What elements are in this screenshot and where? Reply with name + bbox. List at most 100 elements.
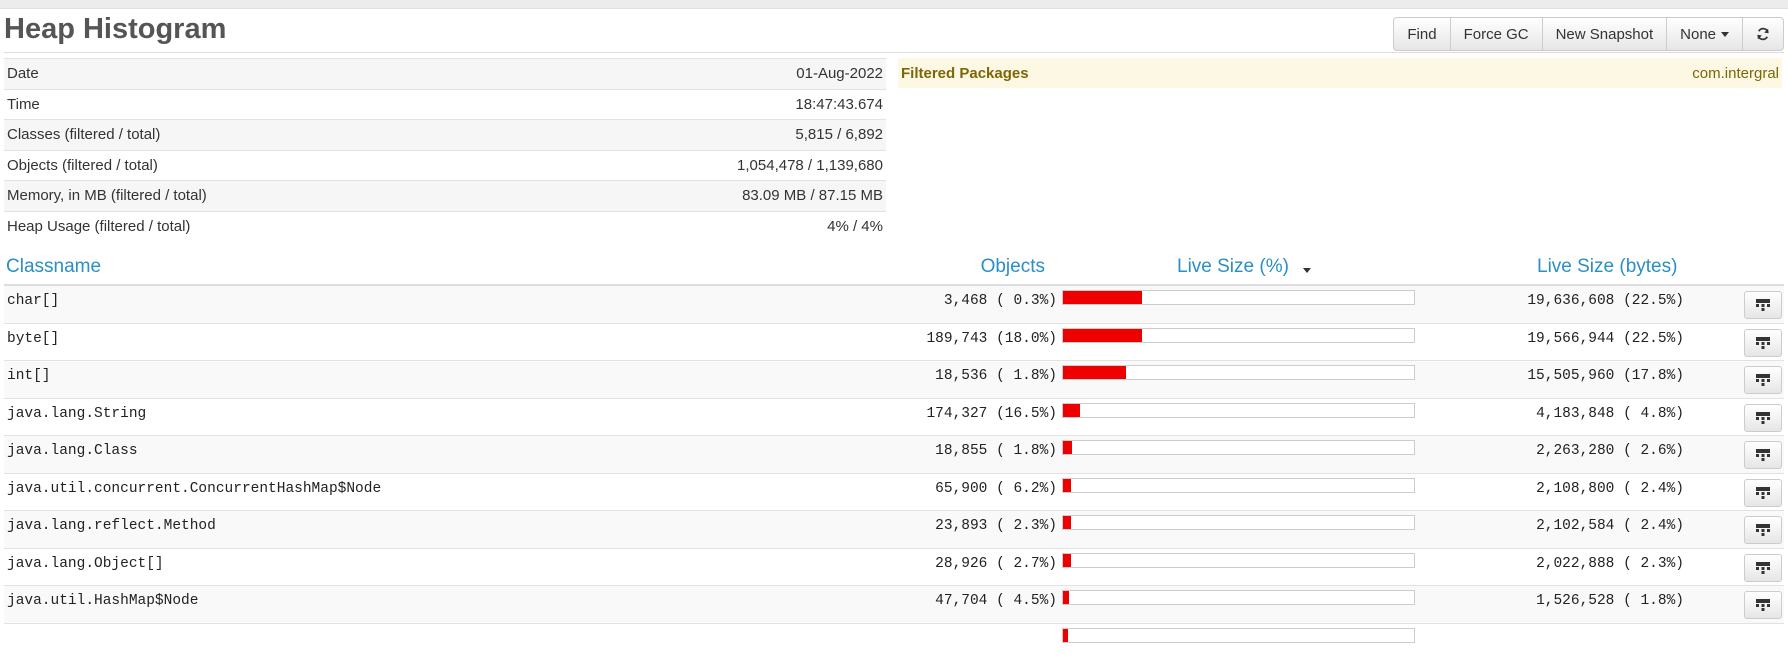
filter-dropdown-label: None	[1680, 26, 1716, 43]
live-size-bytes: 2,108,800 ( 2.4%)	[1536, 481, 1684, 497]
caret-down-icon	[1721, 32, 1729, 37]
live-size-bar-fill	[1063, 629, 1068, 642]
live-size-bar-fill	[1063, 479, 1071, 492]
find-button[interactable]: Find	[1393, 17, 1450, 51]
object-count: 23,893 ( 2.3%)	[935, 518, 1057, 534]
object-count: 47,704 ( 4.5%)	[935, 593, 1057, 609]
show-references-button[interactable]	[1744, 441, 1782, 469]
class-name[interactable]: char[]	[7, 293, 59, 309]
live-size-bytes: 19,636,608 (22.5%)	[1527, 293, 1684, 309]
summary-value: 4% / 4%	[511, 211, 886, 241]
summary-row: Memory, in MB (filtered / total)83.09 MB…	[4, 181, 886, 212]
object-count: 174,327 (16.5%)	[926, 406, 1057, 422]
refresh-button[interactable]	[1742, 17, 1784, 51]
histogram-rows: char[] 3,468 ( 0.3%) 19,636,608 (22.5%) byt…	[4, 286, 1784, 660]
class-name[interactable]: byte[]	[7, 331, 59, 347]
filtered-packages-value: com.intergral	[1692, 65, 1779, 82]
class-name[interactable]: java.lang.String	[7, 406, 146, 422]
live-size-bytes: 4,183,848 ( 4.8%)	[1536, 406, 1684, 422]
summary-label: Classes (filtered / total)	[4, 120, 511, 151]
filtered-packages-panel: Filtered Packages com.intergral	[898, 58, 1782, 88]
summary-value: 01-Aug-2022	[511, 59, 886, 90]
summary-row: Objects (filtered / total)1,054,478 / 1,…	[4, 150, 886, 181]
top-strip	[0, 0, 1788, 9]
show-references-button[interactable]	[1744, 366, 1782, 394]
live-size-bytes: 2,022,888 ( 2.3%)	[1536, 556, 1684, 572]
hierarchy-icon	[1756, 412, 1770, 424]
col-header-objects[interactable]: Objects	[981, 256, 1045, 278]
live-size-bar	[1062, 440, 1415, 455]
live-size-bar-fill	[1063, 441, 1072, 454]
live-size-bar-fill	[1063, 404, 1080, 417]
class-name[interactable]: java.lang.reflect.Method	[7, 518, 216, 534]
summary-label: Date	[4, 59, 511, 90]
live-size-bytes: 2,102,584 ( 2.4%)	[1536, 518, 1684, 534]
live-size-bar-fill	[1063, 591, 1069, 604]
object-count: 18,536 ( 1.8%)	[935, 368, 1057, 384]
summary-row: Classes (filtered / total)5,815 / 6,892	[4, 120, 886, 151]
class-name[interactable]: java.lang.Class	[7, 443, 138, 459]
table-row: java.util.HashMap$Node 47,704 ( 4.5%) 1,52…	[4, 586, 1784, 624]
filter-dropdown[interactable]: None	[1666, 17, 1743, 51]
class-name[interactable]: java.util.concurrent.ConcurrentHashMap$N…	[7, 481, 381, 497]
col-header-live-size-bytes[interactable]: Live Size (bytes)	[1537, 256, 1677, 278]
live-size-bar	[1062, 328, 1415, 343]
show-references-button[interactable]	[1744, 516, 1782, 544]
summary-table: Date01-Aug-2022 Time18:47:43.674 Classes…	[4, 58, 886, 241]
class-name[interactable]: int[]	[7, 368, 51, 384]
live-size-bar	[1062, 515, 1415, 530]
table-row: java.lang.Object[] 28,926 ( 2.7%) 2,022,88…	[4, 549, 1784, 587]
col-header-live-size-pct[interactable]: Live Size (%)	[1177, 256, 1289, 278]
summary-label: Heap Usage (filtered / total)	[4, 211, 511, 241]
live-size-bar	[1062, 290, 1415, 305]
show-references-button[interactable]	[1744, 554, 1782, 582]
show-references-button[interactable]	[1744, 479, 1782, 507]
show-references-button[interactable]	[1744, 291, 1782, 319]
table-row	[4, 624, 1784, 660]
summary-row: Heap Usage (filtered / total)4% / 4%	[4, 211, 886, 241]
summary-row: Time18:47:43.674	[4, 89, 886, 120]
live-size-bar	[1062, 590, 1415, 605]
live-size-bar-fill	[1063, 291, 1142, 304]
summary-label: Memory, in MB (filtered / total)	[4, 181, 511, 212]
table-row: char[] 3,468 ( 0.3%) 19,636,608 (22.5%)	[4, 286, 1784, 324]
new-snapshot-button[interactable]: New Snapshot	[1542, 17, 1668, 51]
sort-desc-icon	[1303, 268, 1311, 273]
col-header-classname[interactable]: Classname	[6, 256, 101, 278]
title-divider	[4, 52, 1784, 53]
hierarchy-icon	[1756, 449, 1770, 461]
hierarchy-icon	[1756, 299, 1770, 311]
summary-value: 1,054,478 / 1,139,680	[511, 150, 886, 181]
class-name[interactable]: java.util.HashMap$Node	[7, 593, 198, 609]
toolbar: Find Force GC New Snapshot None	[1394, 17, 1784, 51]
live-size-bytes: 2,263,280 ( 2.6%)	[1536, 443, 1684, 459]
page-title: Heap Histogram	[4, 13, 226, 46]
class-name[interactable]: java.lang.Object[]	[7, 556, 164, 572]
hierarchy-icon	[1756, 599, 1770, 611]
show-references-button[interactable]	[1744, 329, 1782, 357]
summary-value: 5,815 / 6,892	[511, 120, 886, 151]
filtered-packages-label: Filtered Packages	[901, 65, 1029, 82]
object-count: 189,743 (18.0%)	[926, 331, 1057, 347]
summary-value: 83.09 MB / 87.15 MB	[511, 181, 886, 212]
force-gc-button[interactable]: Force GC	[1450, 17, 1543, 51]
hierarchy-icon	[1756, 487, 1770, 499]
object-count: 65,900 ( 6.2%)	[935, 481, 1057, 497]
object-count: 28,926 ( 2.7%)	[935, 556, 1057, 572]
table-row: java.util.concurrent.ConcurrentHashMap$N…	[4, 474, 1784, 512]
show-references-button[interactable]	[1744, 591, 1782, 619]
live-size-bytes: 15,505,960 (17.8%)	[1527, 368, 1684, 384]
live-size-bytes: 19,566,944 (22.5%)	[1527, 331, 1684, 347]
hierarchy-icon	[1756, 524, 1770, 536]
refresh-icon	[1756, 27, 1770, 41]
show-references-button[interactable]	[1744, 404, 1782, 432]
live-size-bytes: 1,526,528 ( 1.8%)	[1536, 593, 1684, 609]
object-count: 3,468 ( 0.3%)	[944, 293, 1057, 309]
live-size-bar-fill	[1063, 329, 1142, 342]
live-size-bar-fill	[1063, 554, 1071, 567]
hierarchy-icon	[1756, 374, 1770, 386]
table-row: java.lang.reflect.Method 23,893 ( 2.3%) 2,…	[4, 511, 1784, 549]
table-row: byte[] 189,743 (18.0%) 19,566,944 (22.5%)	[4, 324, 1784, 362]
table-row: java.lang.String 174,327 (16.5%) 4,183,848…	[4, 399, 1784, 437]
live-size-bar-fill	[1063, 516, 1071, 529]
